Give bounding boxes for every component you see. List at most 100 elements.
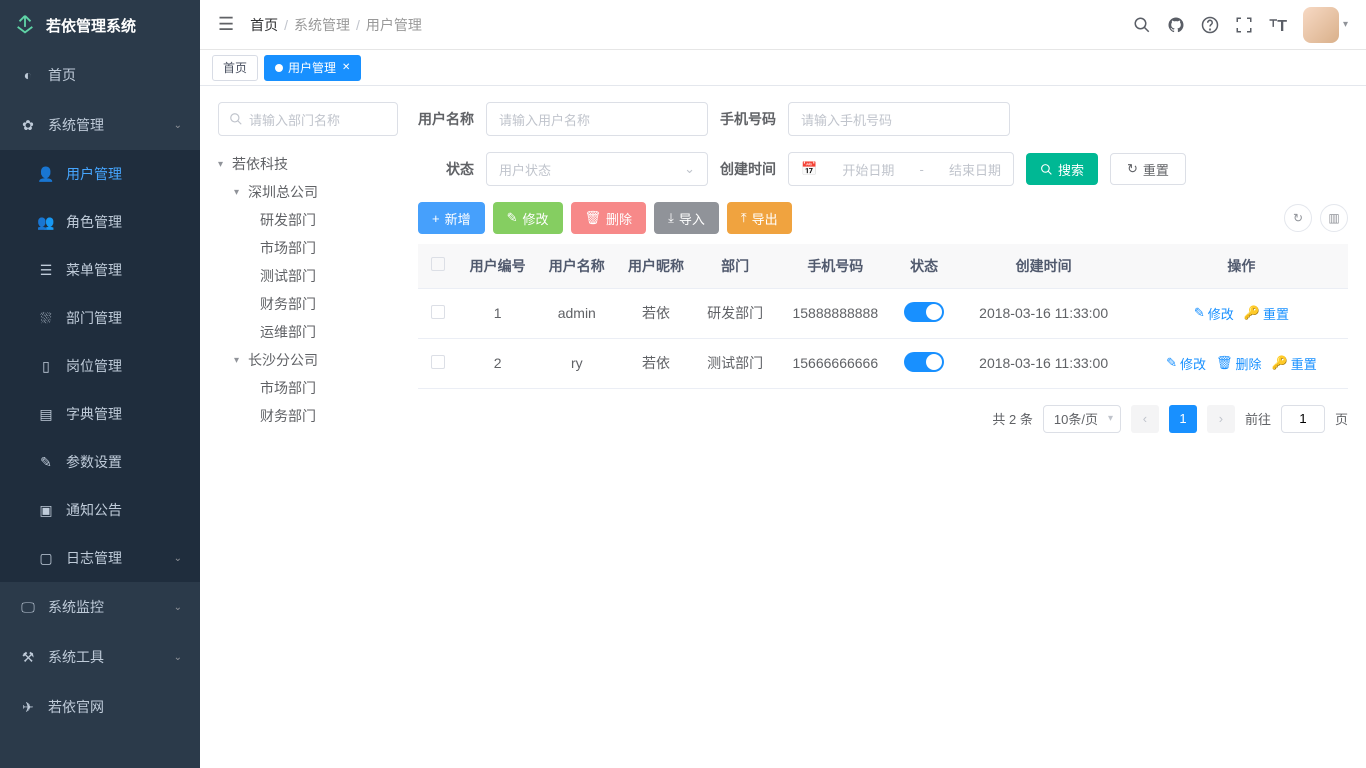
dict-icon: ▤ — [38, 406, 54, 423]
search-icon — [229, 112, 243, 126]
row-reset-button[interactable]: 🔑重置 — [1244, 304, 1289, 323]
row-delete-button[interactable]: 🗑删除 — [1216, 354, 1262, 373]
select-all-checkbox[interactable] — [431, 257, 445, 271]
import-button[interactable]: ⤓导入 — [654, 202, 719, 234]
header: ☰ 首页 / 系统管理 / 用户管理 — [200, 0, 1366, 50]
gear-icon: ✿ — [20, 117, 36, 134]
app-title: 若依管理系统 — [46, 15, 136, 36]
edit-button[interactable]: ✎修改 — [493, 202, 563, 234]
label-username: 用户名称 — [418, 109, 474, 129]
plus-icon: + — [432, 211, 440, 226]
columns-button[interactable]: ▥ — [1320, 204, 1348, 232]
sidebar-item-user[interactable]: 👤 用户管理 — [0, 150, 200, 198]
chevron-down-icon: ⌄ — [174, 602, 182, 613]
daterange-input[interactable]: 📅 开始日期 - 结束日期 — [788, 152, 1014, 186]
sidebar-item-tool[interactable]: ⚒ 系统工具 ⌄ — [0, 632, 200, 682]
sidebar-item-config[interactable]: ✎ 参数设置 — [0, 438, 200, 486]
sidebar-item-monitor[interactable]: 🖵 系统监控 ⌄ — [0, 582, 200, 632]
tab-home[interactable]: 首页 — [212, 55, 258, 81]
calendar-icon: 📅 — [801, 161, 817, 177]
edit-icon: ✎ — [1166, 355, 1177, 371]
sidebar-item-post[interactable]: ▯ 岗位管理 — [0, 342, 200, 390]
next-page-button[interactable]: › — [1207, 405, 1235, 433]
trash-icon: 🗑 — [585, 210, 602, 226]
font-size-icon[interactable]: ⸆T — [1269, 14, 1287, 36]
add-button[interactable]: +新增 — [418, 202, 485, 234]
sidebar-item-home[interactable]: ◐ 首页 — [0, 50, 200, 100]
sidebar-item-dict[interactable]: ▤ 字典管理 — [0, 390, 200, 438]
tree-node[interactable]: 市场部门 — [218, 374, 398, 402]
delete-button[interactable]: 🗑删除 — [571, 202, 647, 234]
sidebar-item-role[interactable]: 👥 角色管理 — [0, 198, 200, 246]
sidebar-item-dept[interactable]: ⛆ 部门管理 — [0, 294, 200, 342]
caret-down-icon[interactable]: ▾ — [1343, 19, 1348, 30]
edit-icon: ✎ — [38, 454, 54, 471]
close-icon[interactable]: ✕ — [342, 62, 350, 73]
tree-node[interactable]: 研发部门 — [218, 206, 398, 234]
chevron-down-icon: ⌄ — [684, 161, 695, 177]
row-reset-button[interactable]: 🔑重置 — [1272, 354, 1317, 373]
prev-page-button[interactable]: ‹ — [1131, 405, 1159, 433]
username-input[interactable]: 请输入用户名称 — [486, 102, 708, 136]
status-switch[interactable] — [904, 352, 944, 372]
th-nickname: 用户昵称 — [616, 244, 695, 288]
edit-icon: ✎ — [507, 210, 518, 226]
status-select[interactable]: 用户状态 ⌄ — [486, 152, 708, 186]
caret-down-icon: ▾ — [218, 159, 232, 170]
row-edit-button[interactable]: ✎修改 — [1194, 304, 1234, 323]
sidebar: 若依管理系统 ◐ 首页 ✿ 系统管理 ⌄ 👤 用户管理 👥 角色管理 — [0, 0, 200, 768]
search-icon[interactable] — [1133, 16, 1151, 34]
app-logo: 若依管理系统 — [0, 0, 200, 50]
dept-tree: ▾若依科技 ▾深圳总公司 研发部门 市场部门 测试部门 财务部门 运维部门 ▾长… — [218, 150, 398, 430]
chevron-down-icon: ⌄ — [174, 553, 182, 564]
page-size-select[interactable]: 10条/页 — [1043, 405, 1121, 433]
goto-input[interactable] — [1281, 405, 1325, 433]
total-label: 共 2 条 — [992, 409, 1032, 428]
tree-node[interactable]: 运维部门 — [218, 318, 398, 346]
crumb-home[interactable]: 首页 — [250, 15, 278, 35]
page-number-button[interactable]: 1 — [1169, 405, 1197, 433]
search-icon — [1040, 163, 1053, 176]
hamburger-icon[interactable]: ☰ — [218, 14, 234, 35]
status-switch[interactable] — [904, 302, 944, 322]
th-phone: 手机号码 — [775, 244, 896, 288]
avatar[interactable] — [1303, 7, 1339, 43]
table-row: 2 ry 若依 测试部门 15666666666 2018-03-16 11:3… — [418, 338, 1348, 388]
refresh-button[interactable]: ↻ — [1284, 204, 1312, 232]
tree-node-root[interactable]: ▾若依科技 — [218, 150, 398, 178]
th-id: 用户编号 — [458, 244, 537, 288]
fullscreen-icon[interactable] — [1235, 16, 1253, 34]
sidebar-item-menu[interactable]: ☰ 菜单管理 — [0, 246, 200, 294]
post-icon: ▯ — [38, 358, 54, 375]
key-icon: 🔑 — [1244, 305, 1260, 321]
reset-button[interactable]: ↻ 重置 — [1110, 153, 1186, 185]
dept-search-input[interactable]: 请输入部门名称 — [218, 102, 398, 136]
sidebar-item-log[interactable]: ▢ 日志管理 ⌄ — [0, 534, 200, 582]
github-icon[interactable] — [1167, 16, 1185, 34]
label-phone: 手机号码 — [720, 109, 776, 129]
sidebar-item-notice[interactable]: ▣ 通知公告 — [0, 486, 200, 534]
label-status: 状态 — [418, 159, 474, 179]
sidebar-item-system[interactable]: ✿ 系统管理 ⌄ — [0, 100, 200, 150]
crumb-system[interactable]: 系统管理 — [294, 15, 350, 35]
sidebar-item-official[interactable]: ✈ 若依官网 — [0, 682, 200, 732]
tree-node-shenzhen[interactable]: ▾深圳总公司 — [218, 178, 398, 206]
export-button[interactable]: ⤒导出 — [727, 202, 792, 234]
tree-node-changsha[interactable]: ▾长沙分公司 — [218, 346, 398, 374]
phone-input[interactable]: 请输入手机号码 — [788, 102, 1010, 136]
tree-node[interactable]: 财务部门 — [218, 402, 398, 430]
upload-icon: ⤓ — [668, 210, 674, 226]
tree-node[interactable]: 财务部门 — [218, 290, 398, 318]
help-icon[interactable] — [1201, 16, 1219, 34]
page-suffix: 页 — [1335, 409, 1348, 428]
caret-down-icon: ▾ — [234, 355, 248, 366]
row-checkbox[interactable] — [431, 355, 445, 369]
monitor-icon: 🖵 — [20, 599, 36, 616]
row-edit-button[interactable]: ✎修改 — [1166, 354, 1206, 373]
th-createtime: 创建时间 — [952, 244, 1134, 288]
tab-user[interactable]: 用户管理 ✕ — [264, 55, 361, 81]
search-button[interactable]: 搜索 — [1026, 153, 1098, 185]
row-checkbox[interactable] — [431, 305, 445, 319]
tree-node[interactable]: 市场部门 — [218, 234, 398, 262]
tree-node[interactable]: 测试部门 — [218, 262, 398, 290]
